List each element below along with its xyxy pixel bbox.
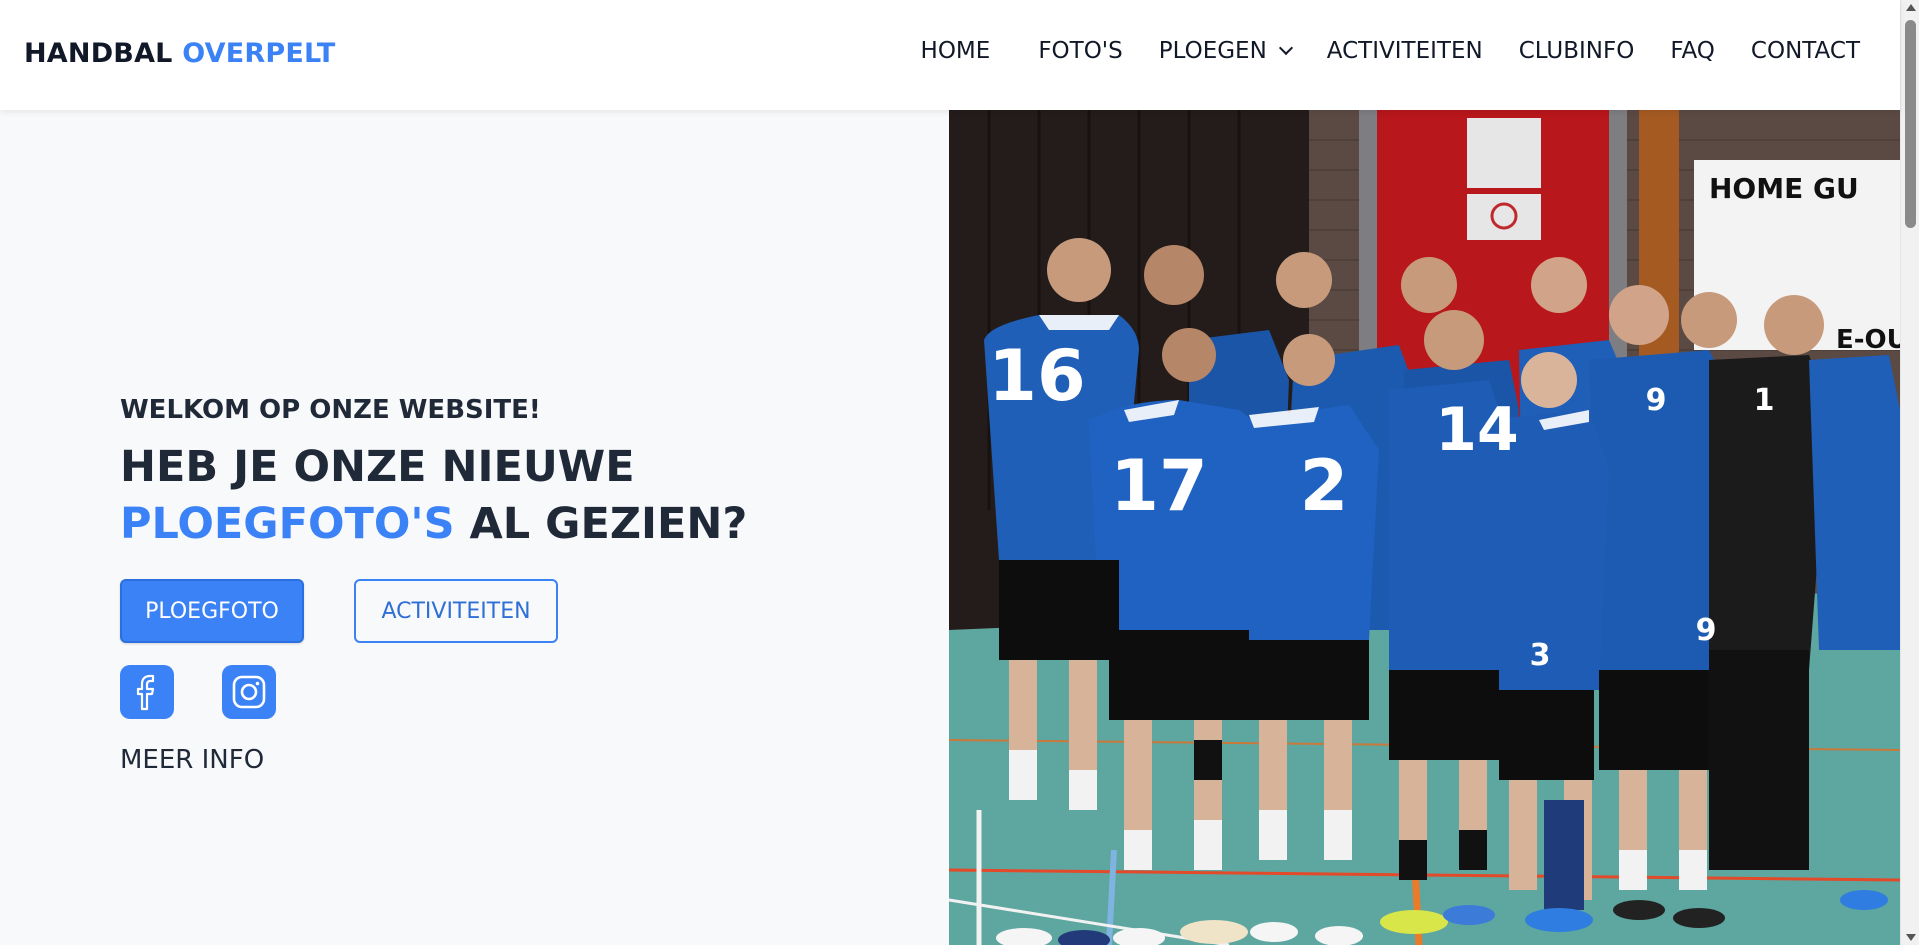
hero-buttons: PLOEGFOTO ACTIVITEITEN xyxy=(120,579,920,643)
headline-line-1: HEB JE ONZE NIEUWE xyxy=(120,442,635,492)
scroll-up-arrow-icon[interactable] xyxy=(1906,4,1916,11)
scoreboard-side-label: E-OU xyxy=(1836,325,1900,355)
facebook-link[interactable] xyxy=(120,665,174,719)
site-header: HANDBAL OVERPELT HOME FOTO'S PLOEGEN ACT… xyxy=(0,0,1900,110)
site-logo[interactable]: HANDBAL OVERPELT xyxy=(24,38,336,69)
ploegfoto-button[interactable]: PLOEGFOTO xyxy=(120,579,304,643)
nav-faq[interactable]: FAQ xyxy=(1670,38,1715,64)
more-info-link[interactable]: MEER INFO xyxy=(120,745,264,775)
scroll-down-arrow-icon[interactable] xyxy=(1906,934,1916,941)
jersey-number: 1 xyxy=(1754,383,1775,418)
nav-ploegen-label: PLOEGEN xyxy=(1158,38,1267,64)
team-photo-image: HOME GU E-OU 16 17 2 14 9 1 3 9 xyxy=(949,110,1900,945)
brand-accent: OVERPELT xyxy=(182,38,336,69)
social-links xyxy=(120,665,920,719)
nav-ploegen[interactable]: PLOEGEN xyxy=(1158,38,1293,64)
nav-clubinfo[interactable]: CLUBINFO xyxy=(1519,38,1635,64)
hero-content: WELKOM OP ONZE WEBSITE! HEB JE ONZE NIEU… xyxy=(120,395,920,775)
page-scrollbar[interactable] xyxy=(1900,0,1919,945)
jersey-number: 3 xyxy=(1530,638,1551,673)
hero-headline: HEB JE ONZE NIEUWE PLOEGFOTO'S AL GEZIEN… xyxy=(120,439,920,553)
jersey-number: 14 xyxy=(1435,395,1519,465)
instagram-link[interactable] xyxy=(222,665,276,719)
jersey-number: 2 xyxy=(1300,445,1349,527)
welcome-text: WELKOM OP ONZE WEBSITE! xyxy=(120,395,541,425)
nav-fotos[interactable]: FOTO'S xyxy=(1038,38,1122,64)
jersey-number: 17 xyxy=(1110,445,1207,527)
activiteiten-button[interactable]: ACTIVITEITEN xyxy=(354,579,558,643)
headline-rest: AL GEZIEN? xyxy=(454,499,748,549)
facebook-icon xyxy=(136,674,155,711)
jersey-number: 9 xyxy=(1646,383,1667,418)
scoreboard-label: HOME GU xyxy=(1709,172,1859,205)
team-photo: HOME GU E-OU 16 17 2 14 9 1 3 9 xyxy=(949,110,1900,945)
nav-activiteiten[interactable]: ACTIVITEITEN xyxy=(1327,38,1483,64)
jersey-number: 16 xyxy=(988,335,1085,417)
headline-accent: PLOEGFOTO'S xyxy=(120,499,455,549)
jersey-number: 9 xyxy=(1696,613,1717,648)
chevron-down-icon xyxy=(1278,40,1293,56)
brand-name: HANDBAL xyxy=(24,38,173,69)
nav-home[interactable]: HOME xyxy=(921,38,991,64)
scrollbar-thumb[interactable] xyxy=(1905,20,1916,228)
nav-contact[interactable]: CONTACT xyxy=(1751,38,1860,64)
instagram-icon xyxy=(232,675,266,709)
main-nav: HOME FOTO'S PLOEGEN ACTIVITEITEN CLUBINF… xyxy=(921,38,1860,64)
